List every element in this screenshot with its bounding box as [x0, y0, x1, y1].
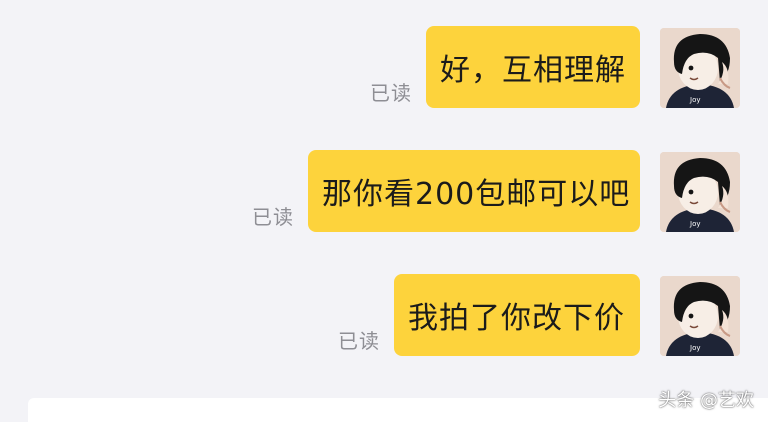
avatar-shirt-text: Joy — [689, 220, 701, 228]
avatar-image: Joy — [660, 152, 740, 232]
avatar-image: Joy — [660, 276, 740, 356]
chat-area: 已读 好，互相理解 Joy 已读 那你看200包邮可以吧 Joy 已读 我拍了你… — [0, 0, 768, 422]
input-panel — [28, 398, 768, 422]
read-status: 已读 — [338, 329, 380, 353]
message-bubble[interactable]: 好，互相理解 — [426, 26, 640, 108]
avatar[interactable]: Joy — [660, 28, 740, 108]
message-row: 已读 我拍了你改下价 Joy — [338, 274, 740, 356]
message-text: 我拍了你改下价 — [408, 301, 625, 336]
avatar-shirt-text: Joy — [689, 344, 701, 352]
message-text: 那你看200包邮可以吧 — [322, 177, 631, 212]
message-bubble[interactable]: 那你看200包邮可以吧 — [308, 150, 640, 232]
read-status: 已读 — [252, 205, 294, 229]
message-row: 已读 好，互相理解 Joy — [370, 26, 740, 108]
message-row: 已读 那你看200包邮可以吧 Joy — [252, 150, 740, 232]
watermark: 头条 @艺欢 — [658, 390, 754, 411]
message-text: 好，互相理解 — [440, 53, 626, 88]
avatar-shirt-text: Joy — [689, 96, 701, 104]
avatar-image: Joy — [660, 28, 740, 108]
avatar[interactable]: Joy — [660, 276, 740, 356]
message-bubble[interactable]: 我拍了你改下价 — [394, 274, 640, 356]
avatar[interactable]: Joy — [660, 152, 740, 232]
read-status: 已读 — [370, 81, 412, 105]
